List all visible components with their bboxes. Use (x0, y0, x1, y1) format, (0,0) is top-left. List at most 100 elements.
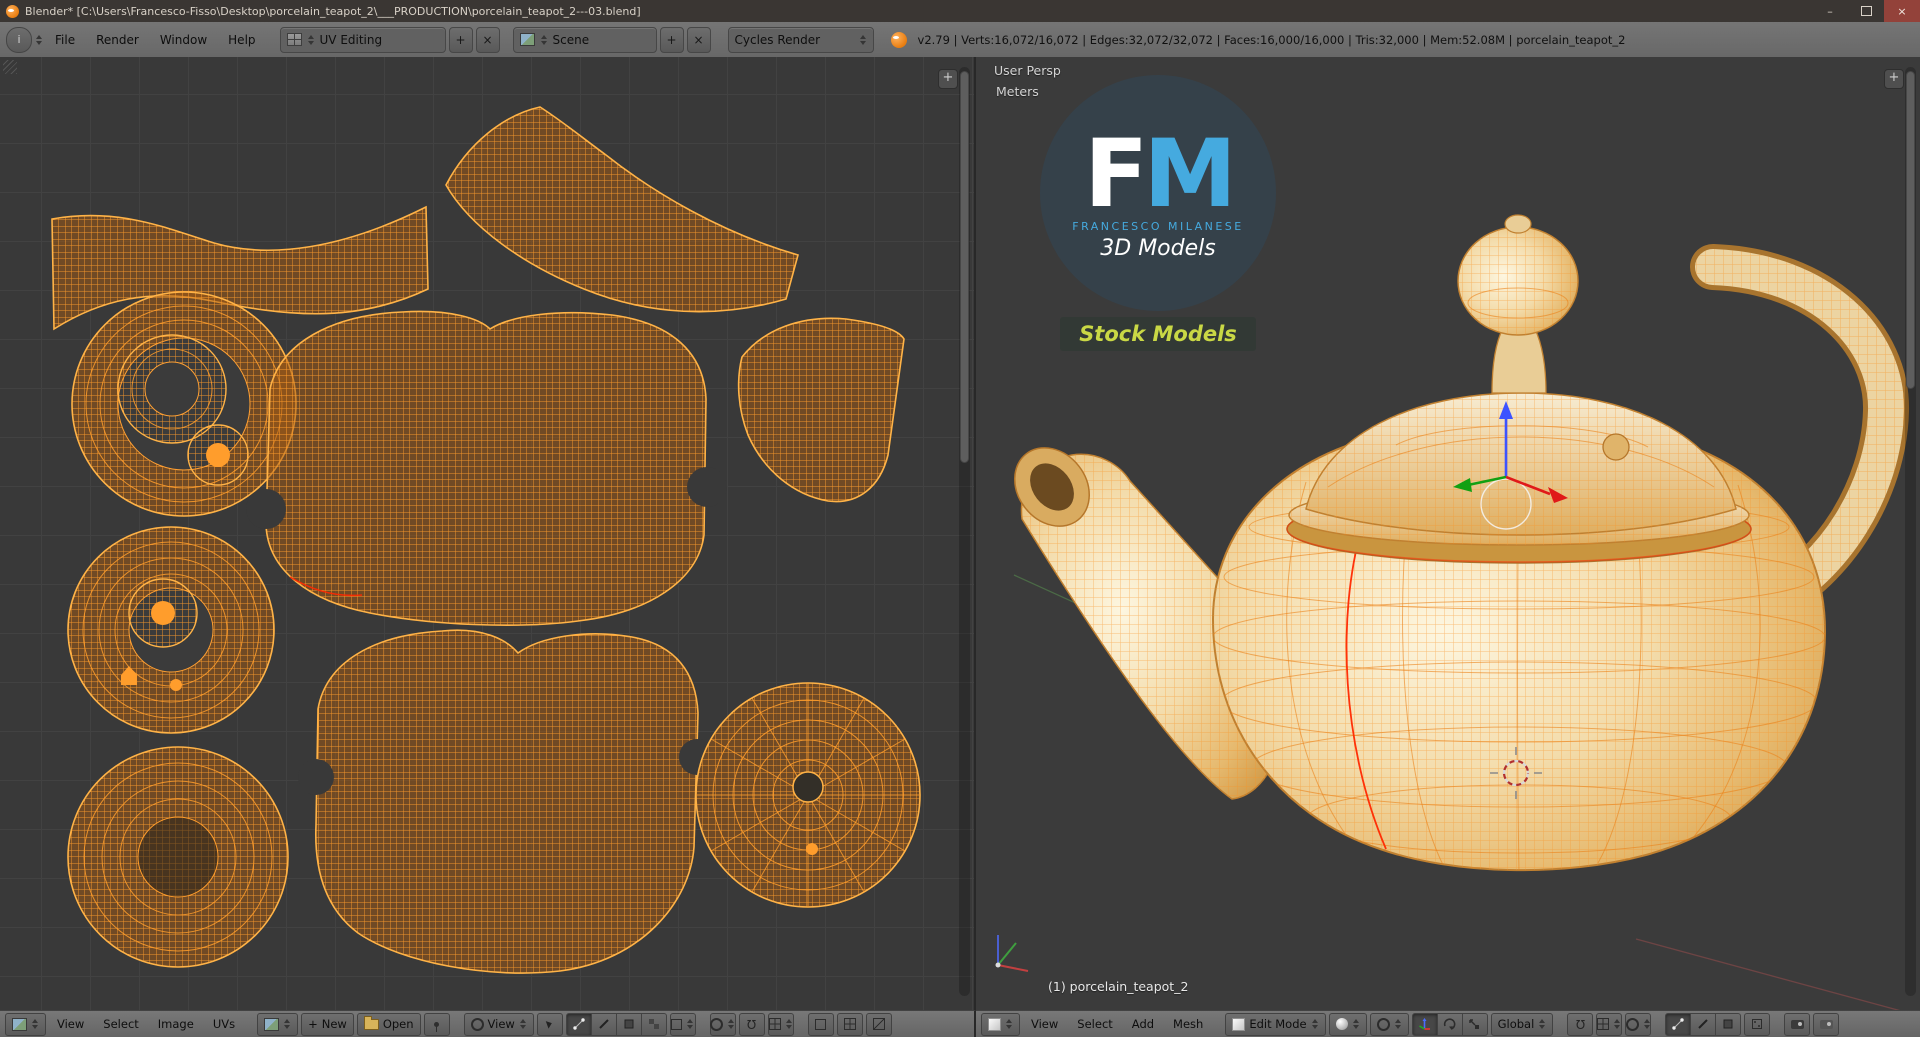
manipulator-scale-button[interactable] (1462, 1012, 1488, 1036)
uv-island-body-side[interactable] (246, 310, 727, 626)
plus-icon: + (308, 1017, 318, 1031)
area-resize-grip[interactable] (3, 60, 17, 74)
render-engine-selector[interactable]: Cycles Render (727, 26, 874, 53)
uv-island-lid-top[interactable] (67, 526, 275, 734)
uv-select-island-button[interactable] (641, 1012, 667, 1036)
v3d-proportional-edit-dropdown[interactable] (1625, 1012, 1652, 1036)
edge-mode-icon (599, 1019, 609, 1029)
v3d-menu-select[interactable]: Select (1069, 1015, 1120, 1033)
scene-selector[interactable]: Scene (512, 26, 657, 53)
chevron-updown-icon (31, 1019, 39, 1029)
snap-element-dropdown[interactable] (767, 1012, 794, 1036)
stretch-display-toggle[interactable] (865, 1012, 892, 1036)
pivot-point-dropdown[interactable] (1369, 1012, 1409, 1036)
uv-sync-selection-toggle[interactable] (536, 1012, 563, 1036)
viewport-3d-canvas[interactable] (976, 57, 1920, 1010)
cursor-arrow-icon (546, 1019, 554, 1029)
manipulator-rotate-button[interactable] (1437, 1012, 1463, 1036)
view3d-header: View Select Add Mesh Edit Mode Global Ω (976, 1010, 1920, 1037)
uv-island-base[interactable] (67, 746, 289, 968)
normalized-coords-toggle[interactable] (807, 1012, 834, 1036)
menu-render[interactable]: Render (87, 31, 148, 49)
opengl-render-image-button[interactable] (1784, 1012, 1811, 1036)
editor-type-info-button[interactable]: i (6, 26, 32, 53)
uv-island-lid-ring[interactable] (71, 291, 297, 517)
transform-orientation-dropdown[interactable]: Global (1490, 1012, 1554, 1036)
proportional-edit-dropdown[interactable] (709, 1012, 736, 1036)
manipulator-group (1411, 1012, 1488, 1036)
delete-screen-layout-button[interactable]: × (475, 26, 500, 53)
screen-layout-selector[interactable]: UV Editing (279, 26, 446, 53)
floor-axis-x (1635, 938, 1901, 1010)
proportional-edit-icon (710, 1017, 724, 1031)
chevron-updown-icon (540, 34, 548, 45)
uv-menu-select[interactable]: Select (95, 1015, 146, 1033)
uv-select-vertex-button[interactable] (565, 1012, 592, 1036)
edit-mode-icon (1232, 1017, 1246, 1031)
v3d-snap-toggle[interactable]: Ω (1567, 1012, 1594, 1036)
uv-menu-uvs[interactable]: UVs (205, 1015, 243, 1033)
uv-select-face-button[interactable] (616, 1012, 642, 1036)
chevron-updown-icon (519, 1019, 527, 1029)
teapot-knob[interactable] (1457, 214, 1579, 394)
mini-axis-gizmo (995, 935, 1029, 972)
scene-icon (519, 33, 535, 46)
teapot-mesh[interactable] (999, 214, 1909, 873)
uv-island-body-top[interactable] (445, 106, 799, 313)
mesh-select-edge-button[interactable] (1691, 1012, 1717, 1036)
v3d-menu-view[interactable]: View (1023, 1015, 1066, 1033)
screen-layout-value: UV Editing (319, 32, 383, 47)
teapot-lid[interactable] (1305, 392, 1737, 536)
uv-select-edge-button[interactable] (591, 1012, 617, 1036)
add-scene-button[interactable]: + (659, 26, 684, 53)
viewport-3d-panel[interactable]: FM FRANCESCO MILANESE 3D Models Stock Mo… (976, 57, 1920, 1010)
v3d-menu-mesh[interactable]: Mesh (1165, 1015, 1211, 1033)
uv-island-handle[interactable] (737, 317, 905, 503)
menu-window[interactable]: Window (151, 31, 216, 49)
limit-selection-visible-toggle[interactable] (1744, 1012, 1771, 1036)
maximize-button[interactable] (1848, 0, 1884, 22)
delete-scene-button[interactable]: × (686, 26, 711, 53)
viewport-shading-dropdown[interactable] (1328, 1012, 1367, 1036)
uv-island-body-lower[interactable] (298, 629, 715, 974)
pixel-snap-toggle[interactable] (836, 1012, 863, 1036)
menu-help[interactable]: Help (219, 31, 264, 49)
pin-icon (434, 1021, 440, 1032)
minimize-button[interactable]: – (1812, 0, 1848, 22)
uv-menu-view[interactable]: View (49, 1015, 92, 1033)
add-screen-layout-button[interactable]: + (448, 26, 473, 53)
uv-menu-image[interactable]: Image (150, 1015, 202, 1033)
mode-dropdown[interactable]: Edit Mode (1225, 1012, 1326, 1036)
v3d-editor-type-button[interactable] (981, 1012, 1020, 1036)
uv-islands-canvas[interactable] (0, 57, 974, 1010)
v3d-panel-toggle-button[interactable]: + (1884, 69, 1904, 89)
menu-file[interactable]: File (46, 31, 84, 49)
proportional-edit-icon (1625, 1017, 1639, 1031)
uv-pivot-dropdown[interactable]: View (463, 1012, 534, 1036)
uv-editor-type-button[interactable] (5, 1012, 46, 1036)
title-bar: Blender* [C:\Users\Francesco-Fisso\Deskt… (0, 0, 1920, 22)
snap-toggle[interactable]: Ω (738, 1012, 765, 1036)
v3d-vertical-scrollbar[interactable] (1905, 67, 1916, 996)
uv-island-spout-cap[interactable] (695, 682, 921, 908)
image-browse-button[interactable] (257, 1012, 299, 1036)
scrollbar-handle[interactable] (1906, 71, 1915, 389)
mesh-select-face-button[interactable] (1716, 1012, 1742, 1036)
v3d-snap-element-dropdown[interactable] (1596, 1012, 1623, 1036)
uv-vertical-scrollbar[interactable] (959, 67, 970, 996)
uv-editor-panel[interactable]: + (0, 57, 976, 1010)
opengl-render-anim-button[interactable] (1813, 1012, 1840, 1036)
folder-icon (363, 1015, 379, 1030)
scrollbar-handle[interactable] (960, 71, 969, 464)
open-image-button[interactable]: Open (356, 1012, 421, 1036)
new-image-button[interactable]: + New (301, 1012, 354, 1036)
close-button[interactable]: × (1884, 0, 1920, 22)
manipulator-translate-button[interactable] (1411, 1012, 1438, 1036)
translate-icon (1419, 1017, 1431, 1030)
mesh-select-vertex-button[interactable] (1665, 1012, 1692, 1036)
orientation-value: Global (1497, 1017, 1535, 1031)
uv-panel-toggle-button[interactable]: + (938, 69, 958, 89)
v3d-menu-add[interactable]: Add (1124, 1015, 1162, 1033)
pin-image-toggle[interactable] (423, 1012, 450, 1036)
sticky-selection-dropdown[interactable] (669, 1012, 696, 1036)
